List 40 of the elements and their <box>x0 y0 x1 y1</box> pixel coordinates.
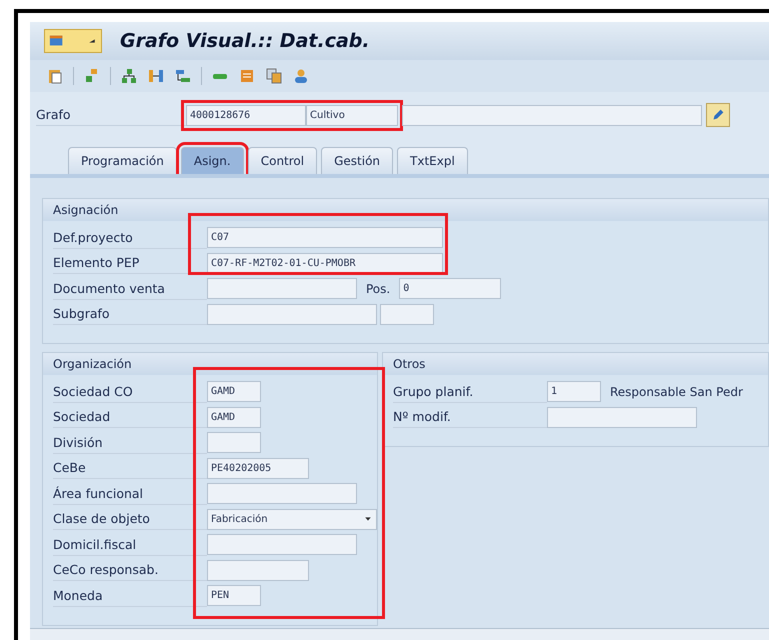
hierarchy-icon[interactable] <box>120 67 138 85</box>
form-icon[interactable] <box>238 67 256 85</box>
input-field[interactable]: GAMD <box>207 381 261 402</box>
group-title: Otros <box>383 353 768 375</box>
input-field[interactable] <box>207 432 261 454</box>
input-field[interactable]: PEN <box>207 585 261 606</box>
group-title: Asignación <box>43 199 768 221</box>
group-title: Organización <box>43 353 377 375</box>
input-field[interactable] <box>207 278 357 300</box>
copy-icon[interactable] <box>265 67 283 85</box>
input-field[interactable] <box>547 406 697 428</box>
input-field[interactable] <box>207 560 309 581</box>
field-caption: Pos. <box>365 280 392 298</box>
dropdown-value: Fabricación <box>211 512 268 527</box>
people-icon[interactable] <box>292 67 310 85</box>
input-field[interactable]: C07 <box>207 227 443 248</box>
network-icon[interactable] <box>147 67 165 85</box>
scroll-bar[interactable] <box>30 628 769 640</box>
input-field[interactable]: Cultivo <box>306 104 398 126</box>
input-field[interactable]: PE40202005 <box>207 458 309 479</box>
input-field[interactable] <box>380 304 434 325</box>
tab[interactable]: Programación <box>68 147 177 174</box>
input-field[interactable] <box>207 483 357 504</box>
tree-icon[interactable] <box>174 67 192 85</box>
clipboard-icon[interactable] <box>46 67 64 85</box>
dropdown-field[interactable]: Fabricación <box>207 508 377 530</box>
input-field[interactable] <box>402 104 702 126</box>
edit-button[interactable] <box>706 103 730 127</box>
field-caption: Responsable San Pedr <box>609 384 744 401</box>
input-field[interactable] <box>207 304 377 325</box>
window-title: Grafo Visual.:: Dat.cab. <box>120 28 370 54</box>
input-field[interactable]: 0 <box>399 278 502 300</box>
input-field[interactable]: C07-RF-M2T02-01-CU-PMOBR <box>207 252 443 274</box>
input-field[interactable]: 4000128676 <box>186 104 306 126</box>
tab[interactable]: TxtExpl <box>397 147 468 174</box>
input-field[interactable]: 1 <box>547 381 601 402</box>
input-field[interactable] <box>207 534 357 556</box>
tab[interactable]: Gestión <box>321 147 394 174</box>
tab[interactable]: Control <box>248 147 318 174</box>
input-field[interactable]: GAMD <box>207 406 261 428</box>
